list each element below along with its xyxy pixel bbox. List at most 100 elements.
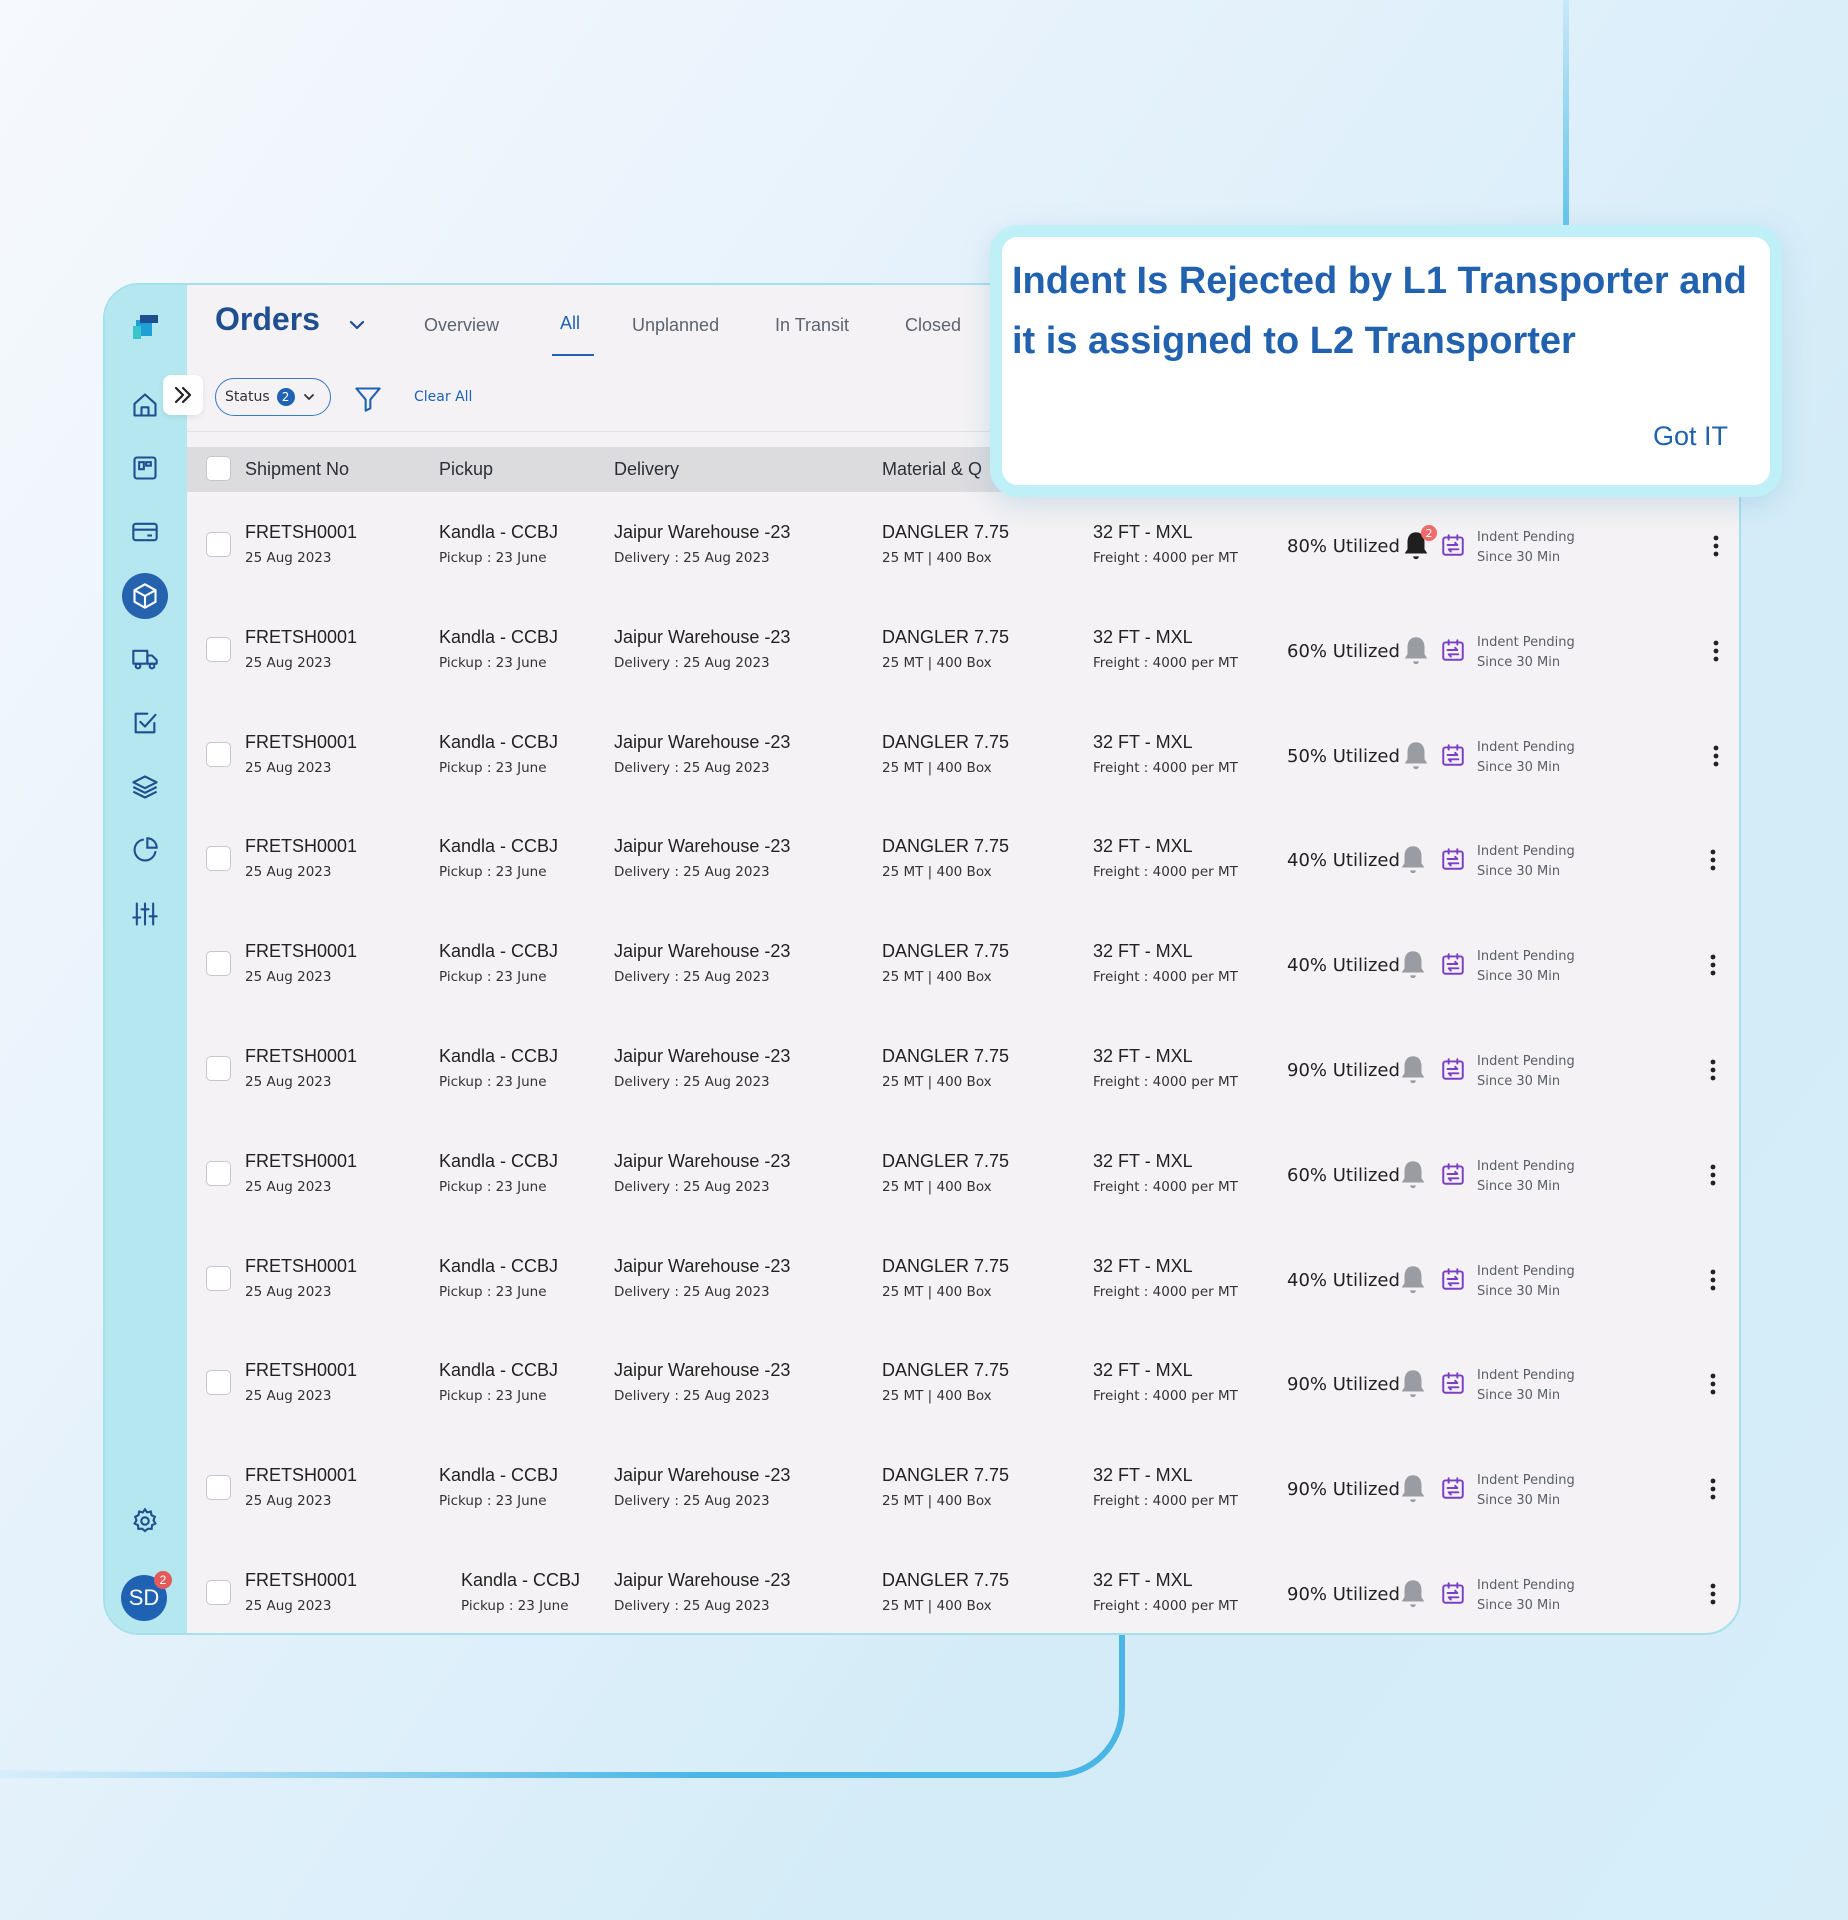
more-vertical-icon[interactable] bbox=[1713, 639, 1719, 663]
user-avatar[interactable]: SD 2 bbox=[121, 1571, 172, 1621]
sidebar-item-fleet[interactable] bbox=[122, 636, 168, 682]
table-row[interactable]: FRETSH0001 25 Aug 2023 Kandla - CCBJ Pickup… bbox=[187, 1046, 1739, 1151]
calendar-transfer-icon bbox=[1442, 1163, 1464, 1185]
more-vertical-icon[interactable] bbox=[1710, 1268, 1716, 1292]
bell-icon[interactable] bbox=[1396, 1576, 1430, 1610]
shipment-number[interactable]: FRETSH0001 bbox=[245, 1465, 357, 1486]
shipment-number[interactable]: FRETSH0001 bbox=[245, 1151, 357, 1172]
tab-unplanned[interactable]: Unplanned bbox=[632, 315, 719, 336]
table-row[interactable]: FRETSH0001 25 Aug 2023 Kandla - CCBJ Pickup… bbox=[187, 1570, 1739, 1633]
expand-sidebar-button[interactable] bbox=[163, 375, 203, 415]
shipment-number[interactable]: FRETSH0001 bbox=[245, 1570, 357, 1591]
column-header-material-quantity[interactable]: Material & Q bbox=[882, 459, 982, 480]
active-tab-indicator bbox=[552, 354, 594, 356]
material-quantity: 25 MT | 400 Box bbox=[882, 969, 992, 986]
sidebar-item-orders[interactable] bbox=[122, 573, 168, 619]
sidebar-item-tasks[interactable] bbox=[122, 700, 168, 746]
tab-closed[interactable]: Closed bbox=[905, 315, 961, 336]
more-vertical-icon[interactable] bbox=[1713, 534, 1719, 558]
row-checkbox[interactable] bbox=[206, 741, 231, 767]
delivery-date: Delivery : 25 Aug 2023 bbox=[614, 864, 770, 881]
more-vertical-icon[interactable] bbox=[1710, 953, 1716, 977]
status-filter-dropdown[interactable]: Status 2 bbox=[215, 378, 331, 416]
bell-icon[interactable] bbox=[1396, 1262, 1430, 1296]
table-row[interactable]: FRETSH0001 25 Aug 2023 Kandla - CCBJ Pickup… bbox=[187, 1465, 1739, 1570]
more-vertical-icon[interactable] bbox=[1713, 744, 1719, 768]
column-header-delivery[interactable]: Delivery bbox=[614, 459, 679, 480]
freight-rate: Freight : 4000 per MT bbox=[1093, 1598, 1238, 1614]
row-checkbox[interactable] bbox=[206, 1056, 231, 1081]
sidebar-item-settings[interactable] bbox=[122, 1498, 168, 1544]
table-row[interactable]: FRETSH0001 25 Aug 2023 Kandla - CCBJ Pickup… bbox=[187, 941, 1739, 1046]
shipment-number[interactable]: FRETSH0001 bbox=[245, 941, 357, 962]
table-row[interactable]: FRETSH0001 25 Aug 2023 Kandla - CCBJ Pickup… bbox=[187, 836, 1739, 941]
row-checkbox[interactable] bbox=[206, 636, 231, 662]
shipment-number[interactable]: FRETSH0001 bbox=[245, 1360, 357, 1381]
bell-icon[interactable] bbox=[1396, 947, 1430, 981]
shipment-number[interactable]: FRETSH0001 bbox=[245, 1256, 357, 1277]
popup-message: Indent Is Rejected by L1 Transporter and… bbox=[1012, 260, 1747, 362]
tab-all[interactable]: All bbox=[560, 313, 580, 334]
sidebar-item-dashboard[interactable] bbox=[122, 445, 168, 491]
row-checkbox[interactable] bbox=[206, 1160, 231, 1186]
sidebar-item-controls[interactable] bbox=[122, 891, 168, 937]
got-it-button[interactable]: Got IT bbox=[1653, 421, 1728, 452]
bell-icon[interactable] bbox=[1396, 1366, 1430, 1400]
calendar-transfer-icon bbox=[1442, 1372, 1464, 1395]
shipment-number[interactable]: FRETSH0001 bbox=[245, 1046, 357, 1067]
bell-icon[interactable] bbox=[1396, 1052, 1430, 1086]
tab-overview[interactable]: Overview bbox=[424, 315, 499, 336]
freight-rate: Freight : 4000 per MT bbox=[1093, 759, 1238, 776]
freight-rate: Freight : 4000 per MT bbox=[1093, 1178, 1238, 1195]
vehicle-type: 32 FT - MXL bbox=[1093, 1255, 1193, 1276]
shipment-number[interactable]: FRETSH0001 bbox=[245, 522, 357, 543]
row-checkbox[interactable] bbox=[206, 951, 231, 977]
table-row[interactable]: FRETSH0001 25 Aug 2023 Kandla - CCBJ Pickup… bbox=[187, 1360, 1739, 1465]
sidebar-item-layers[interactable] bbox=[122, 764, 168, 810]
row-checkbox[interactable] bbox=[206, 846, 231, 872]
bell-icon[interactable] bbox=[1396, 1157, 1430, 1191]
select-all-checkbox[interactable] bbox=[206, 456, 231, 481]
vehicle-type: 32 FT - MXL bbox=[1093, 731, 1193, 752]
more-vertical-icon[interactable] bbox=[1710, 1582, 1716, 1606]
layers-icon bbox=[132, 775, 158, 799]
freight-rate: Freight : 4000 per MT bbox=[1093, 1388, 1238, 1405]
clear-all-link[interactable]: Clear All bbox=[414, 389, 472, 405]
table-row[interactable]: FRETSH0001 25 Aug 2023 Kandla - CCBJ Pickup… bbox=[187, 522, 1739, 627]
shipment-number[interactable]: FRETSH0001 bbox=[245, 836, 357, 857]
bell-icon[interactable] bbox=[1399, 633, 1433, 667]
bell-icon[interactable] bbox=[1396, 842, 1430, 876]
shipment-number[interactable]: FRETSH0001 bbox=[245, 732, 357, 753]
more-vertical-icon[interactable] bbox=[1710, 848, 1716, 872]
filter-icon[interactable] bbox=[354, 385, 382, 413]
row-checkbox[interactable] bbox=[206, 1580, 231, 1605]
delivery-date: Delivery : 25 Aug 2023 bbox=[614, 1493, 770, 1510]
chevron-down-icon[interactable] bbox=[347, 315, 367, 335]
row-checkbox[interactable] bbox=[206, 1475, 231, 1501]
sidebar-item-billing[interactable] bbox=[122, 509, 168, 555]
delivery-location: Jaipur Warehouse -23 bbox=[614, 626, 791, 647]
sidebar-item-home[interactable] bbox=[122, 382, 168, 428]
pickup-location: Kandla - CCBJ bbox=[439, 522, 559, 542]
bell-icon[interactable] bbox=[1396, 1471, 1430, 1505]
column-header-pickup[interactable]: Pickup bbox=[439, 459, 493, 480]
row-checkbox[interactable] bbox=[206, 1265, 231, 1291]
bell-icon[interactable] bbox=[1399, 738, 1433, 772]
more-vertical-icon[interactable] bbox=[1710, 1477, 1716, 1501]
table-row[interactable]: FRETSH0001 25 Aug 2023 Kandla - CCBJ Pickup… bbox=[187, 1151, 1739, 1256]
table-row[interactable]: FRETSH0001 25 Aug 2023 Kandla - CCBJ Pickup… bbox=[187, 627, 1739, 732]
more-vertical-icon[interactable] bbox=[1710, 1163, 1716, 1187]
more-vertical-icon[interactable] bbox=[1710, 1372, 1716, 1396]
column-header-shipment-no[interactable]: Shipment No bbox=[245, 459, 349, 480]
pickup-location: Kandla - CCBJ bbox=[439, 836, 559, 857]
table-row[interactable]: FRETSH0001 25 Aug 2023 Kandla - CCBJ Pickup… bbox=[187, 1256, 1739, 1361]
row-checkbox[interactable] bbox=[206, 532, 231, 557]
table-row[interactable]: FRETSH0001 25 Aug 2023 Kandla - CCBJ Pickup… bbox=[187, 732, 1739, 837]
tab-in-transit[interactable]: In Transit bbox=[775, 315, 849, 336]
sidebar-item-reports[interactable] bbox=[122, 827, 168, 873]
delivery-date: Delivery : 25 Aug 2023 bbox=[614, 1074, 770, 1090]
more-vertical-icon[interactable] bbox=[1710, 1058, 1716, 1082]
row-checkbox[interactable] bbox=[206, 1370, 231, 1396]
shipment-number[interactable]: FRETSH0001 bbox=[245, 627, 357, 648]
calendar-transfer-icon bbox=[1442, 848, 1464, 871]
